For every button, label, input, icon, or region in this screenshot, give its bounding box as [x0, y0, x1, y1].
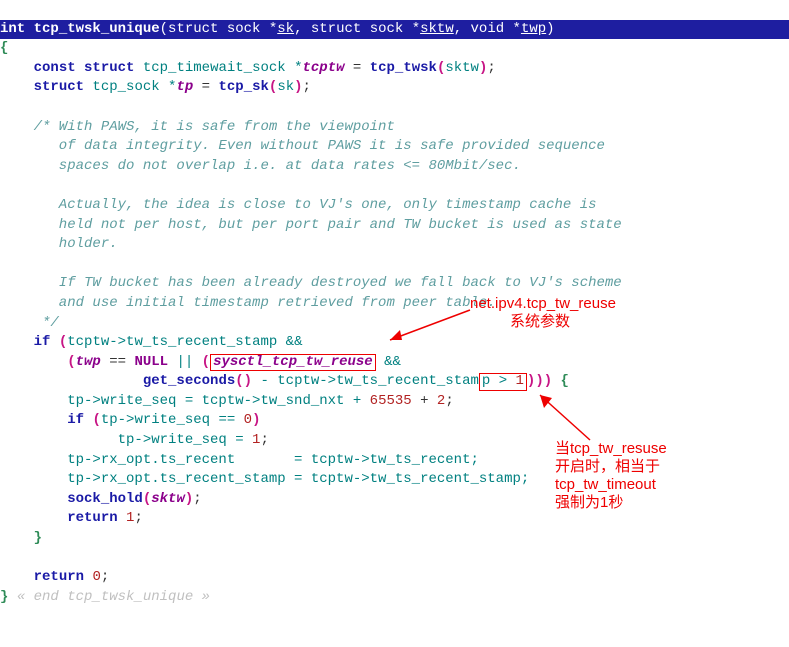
code-block: int tcp_twsk_unique(struct sock *sk, str… [0, 0, 789, 607]
brace-open: { [0, 40, 8, 56]
rx-opt-line-1: tp->rx_opt.ts_recent = tcptw->tw_ts_rece… [0, 452, 479, 468]
annotation-1: net.ipv4.tcp_tw_reuse 系统参数 [470, 295, 616, 331]
inner-brace-close: } [0, 530, 42, 546]
annotation-2: 当tcp_tw_resuse 开启时，相当于 tcp_tw_timeout 强制… [555, 440, 735, 512]
highlight-sysctl: sysctl_tcp_tw_reuse [210, 354, 376, 371]
rx-opt-line-2: tp->rx_opt.ts_recent_stamp = tcptw->tw_t… [0, 471, 529, 487]
function-signature: int tcp_twsk_unique(struct sock *sk, str… [0, 20, 789, 40]
highlight-timeout: p > 1 [479, 373, 527, 390]
end-comment: « end tcp_twsk_unique » [17, 589, 210, 605]
